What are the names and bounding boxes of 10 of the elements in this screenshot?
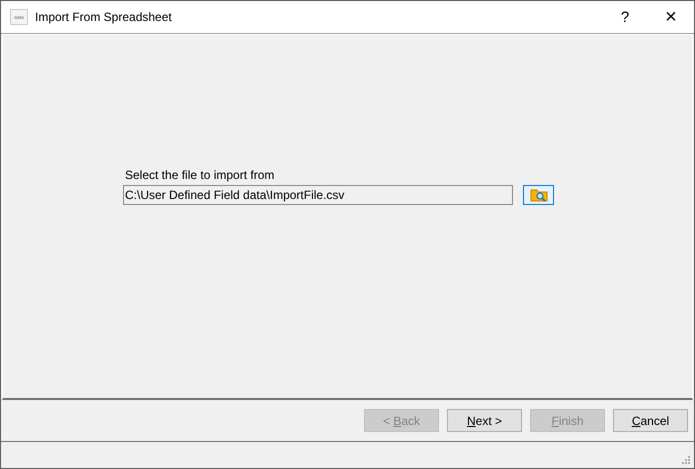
wizard-button[interactable]: Next > bbox=[447, 409, 522, 432]
resize-grip-icon bbox=[682, 456, 690, 464]
window-title: Import From Spreadsheet bbox=[35, 10, 172, 24]
folder-search-icon bbox=[530, 188, 548, 202]
field-label: Select the file to import from bbox=[125, 168, 276, 182]
file-path-field[interactable]: C:\User Defined Field data\ImportFile.csv bbox=[123, 185, 513, 205]
browse-button[interactable] bbox=[523, 185, 554, 205]
help-button[interactable]: ? bbox=[602, 1, 648, 33]
close-button[interactable]: × bbox=[648, 1, 694, 33]
wizard-button[interactable]: Cancel bbox=[613, 409, 688, 432]
